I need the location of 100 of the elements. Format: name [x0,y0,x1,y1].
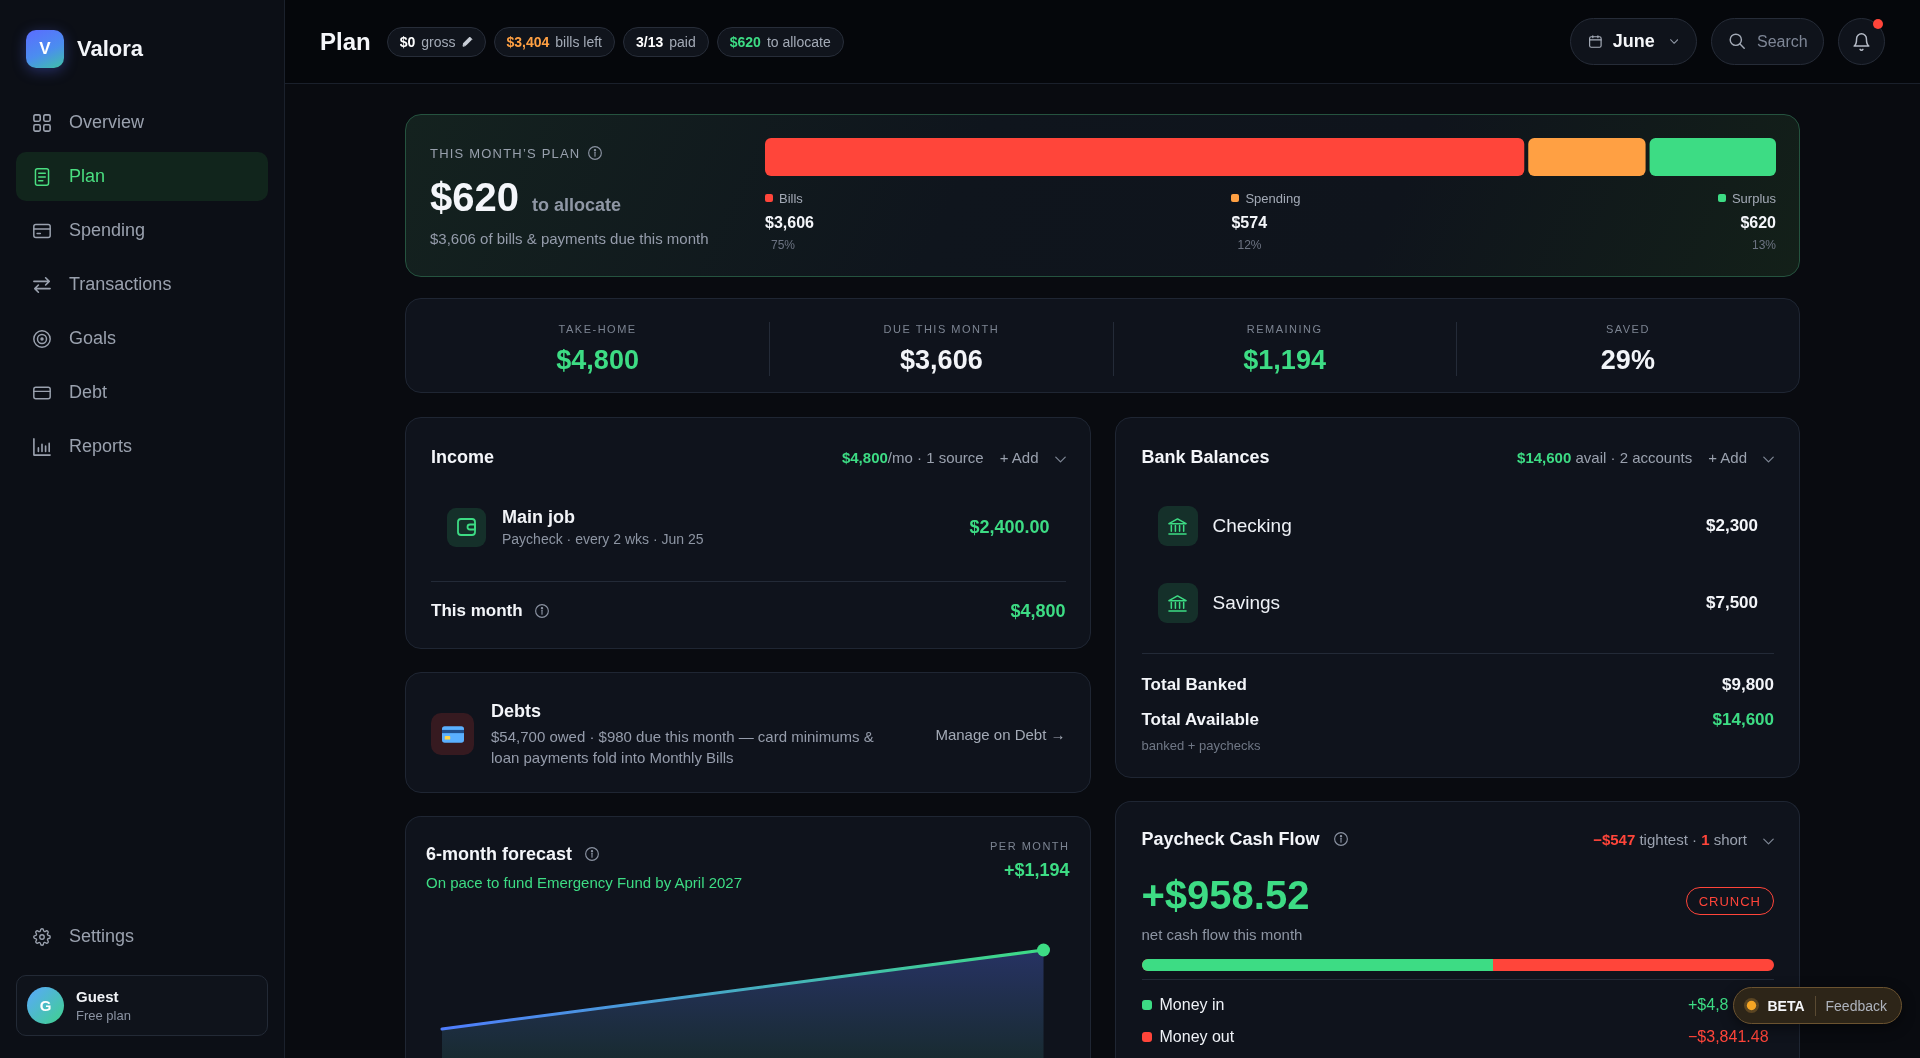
per-month-label: PER MONTH [990,839,1070,853]
pencil-icon[interactable] [461,36,473,47]
stat-label: DUE THIS MONTH [883,322,1000,336]
beta-label: BETA [1767,997,1805,1014]
info-icon[interactable] [588,146,603,160]
settings-link[interactable]: Settings [16,912,268,961]
total-value: $9,800 [1722,674,1774,696]
chip-value: $0 [399,33,416,50]
sidebar-item[interactable]: Plan [16,152,268,201]
sidebar-item[interactable]: Overview [16,98,268,147]
card-icon [33,221,51,240]
summary-chip[interactable]: $0 gross [386,26,486,57]
logo: V [26,30,64,68]
net-amount: +$958.52 [1141,872,1310,918]
chip-value: 3/13 [636,33,664,50]
info-icon[interactable] [1333,832,1348,846]
stat-value: $4,800 [556,344,639,376]
manage-debt-link[interactable]: Manage on Debt → [935,725,1066,743]
chip-value: $620 [729,33,761,50]
total-value: $4,800 [1010,600,1066,622]
legend-amount: $3,606 [765,213,814,233]
sidebar-item[interactable]: Reports [16,422,268,471]
sidebar-item[interactable]: Transactions [16,260,268,309]
sidebar-item[interactable]: Spending [16,206,268,255]
stat-value: $1,194 [1243,344,1326,376]
chip-label: to allocate [766,33,831,50]
page-title: Plan [320,27,371,56]
info-icon[interactable] [534,604,549,618]
chip-value: $3,404 [506,33,550,50]
notifications-button[interactable] [1838,18,1885,65]
chip-label: gross [421,33,456,50]
stat-label: TAKE-HOME [558,322,637,336]
legend-label: Surplus [1731,190,1776,206]
bank-icon [1157,506,1198,546]
card-summary: $14,600 avail · 2 accounts [1517,448,1693,466]
add-button[interactable]: + Add [1708,448,1747,466]
stat-label: SAVED [1605,322,1650,336]
net-label: net cash flow this month [1141,926,1304,944]
account-name: Checking [1212,515,1292,537]
allocate-amount: $620 [430,175,519,219]
account-amount: $7,500 [1706,593,1758,613]
status-dot-icon [1744,998,1760,1013]
chevron-down-icon[interactable] [1763,456,1774,463]
source-detail: Paycheck · every 2 wks · Jun 25 [502,530,704,548]
account-name: Savings [1212,592,1281,614]
money-label: Money in [1159,995,1225,1015]
info-icon[interactable] [585,847,600,861]
stat-value: $3,606 [900,344,983,376]
per-month-value: +$1,194 [1003,859,1070,881]
search-field[interactable]: Search [1711,18,1824,65]
card-title: Income [431,446,495,468]
grid-icon [33,113,51,132]
card-title: Paycheck Cash Flow [1141,828,1320,850]
sidebar-item[interactable]: Debt [16,368,268,417]
legend-amount: $574 [1231,213,1268,233]
card-title: Debts [491,700,542,722]
chip-label: bills left [555,33,602,50]
source-name: Main job [502,506,576,528]
legend-percent: 75% [770,238,796,252]
feedback-button[interactable]: BETA Feedback [1733,987,1902,1024]
account-amount: $2,300 [1706,516,1758,536]
avatar: G [27,987,64,1024]
bank-icon [1157,583,1198,623]
debt-description: $54,700 owed · $980 due this month — card minimums & loan payments fold into Monthly Bills [491,727,875,768]
forecast-subtitle: On pace to fund Emergency Fund by April 2027 [426,874,743,892]
legend-percent: 13% [1751,238,1776,252]
total-note: banked + paychecks [1141,738,1262,754]
user-plan: Free plan [76,1008,131,1023]
chip-label: paid [669,33,696,50]
credit-card-icon [431,713,474,755]
chevron-down-icon[interactable] [1763,838,1774,845]
legend-label: Spending [1245,190,1301,206]
total-value: $14,600 [1712,709,1774,731]
user-card[interactable]: G Guest Free plan [16,975,268,1036]
money-label: Money out [1159,1027,1235,1047]
money-value: −$3,841.48 [1688,1027,1769,1047]
source-amount: $2,400.00 [969,516,1050,538]
legend-label: Bills [779,190,803,206]
month-dropdown[interactable]: June [1570,18,1697,65]
settings-icon [33,927,51,946]
card-summary: $4,800/mo · 1 source [841,448,984,466]
card-summary: −$547 tightest · 1 short [1593,830,1747,848]
target-icon [33,329,51,348]
chevron-down-icon[interactable] [1054,456,1066,463]
swap-arrows-icon [33,275,51,294]
search-icon [1729,33,1745,49]
bar-chart-icon [33,437,51,456]
bell-icon [1853,32,1870,51]
brand-name: Valora [77,36,144,62]
total-label: Total Banked [1141,674,1247,696]
stat-value: 29% [1600,344,1655,376]
sidebar-item[interactable]: Goals [16,314,268,363]
caret-icon [1669,38,1678,45]
allocate-label: to allocate [532,195,621,216]
wallet-icon [447,507,486,547]
plan-note: $3,606 of bills & payments due this month [430,229,710,249]
total-label: Total Available [1141,709,1259,731]
add-button[interactable]: + Add [999,448,1039,466]
stat-label: REMAINING [1246,322,1323,336]
card-title: 6-month forecast [426,843,573,865]
